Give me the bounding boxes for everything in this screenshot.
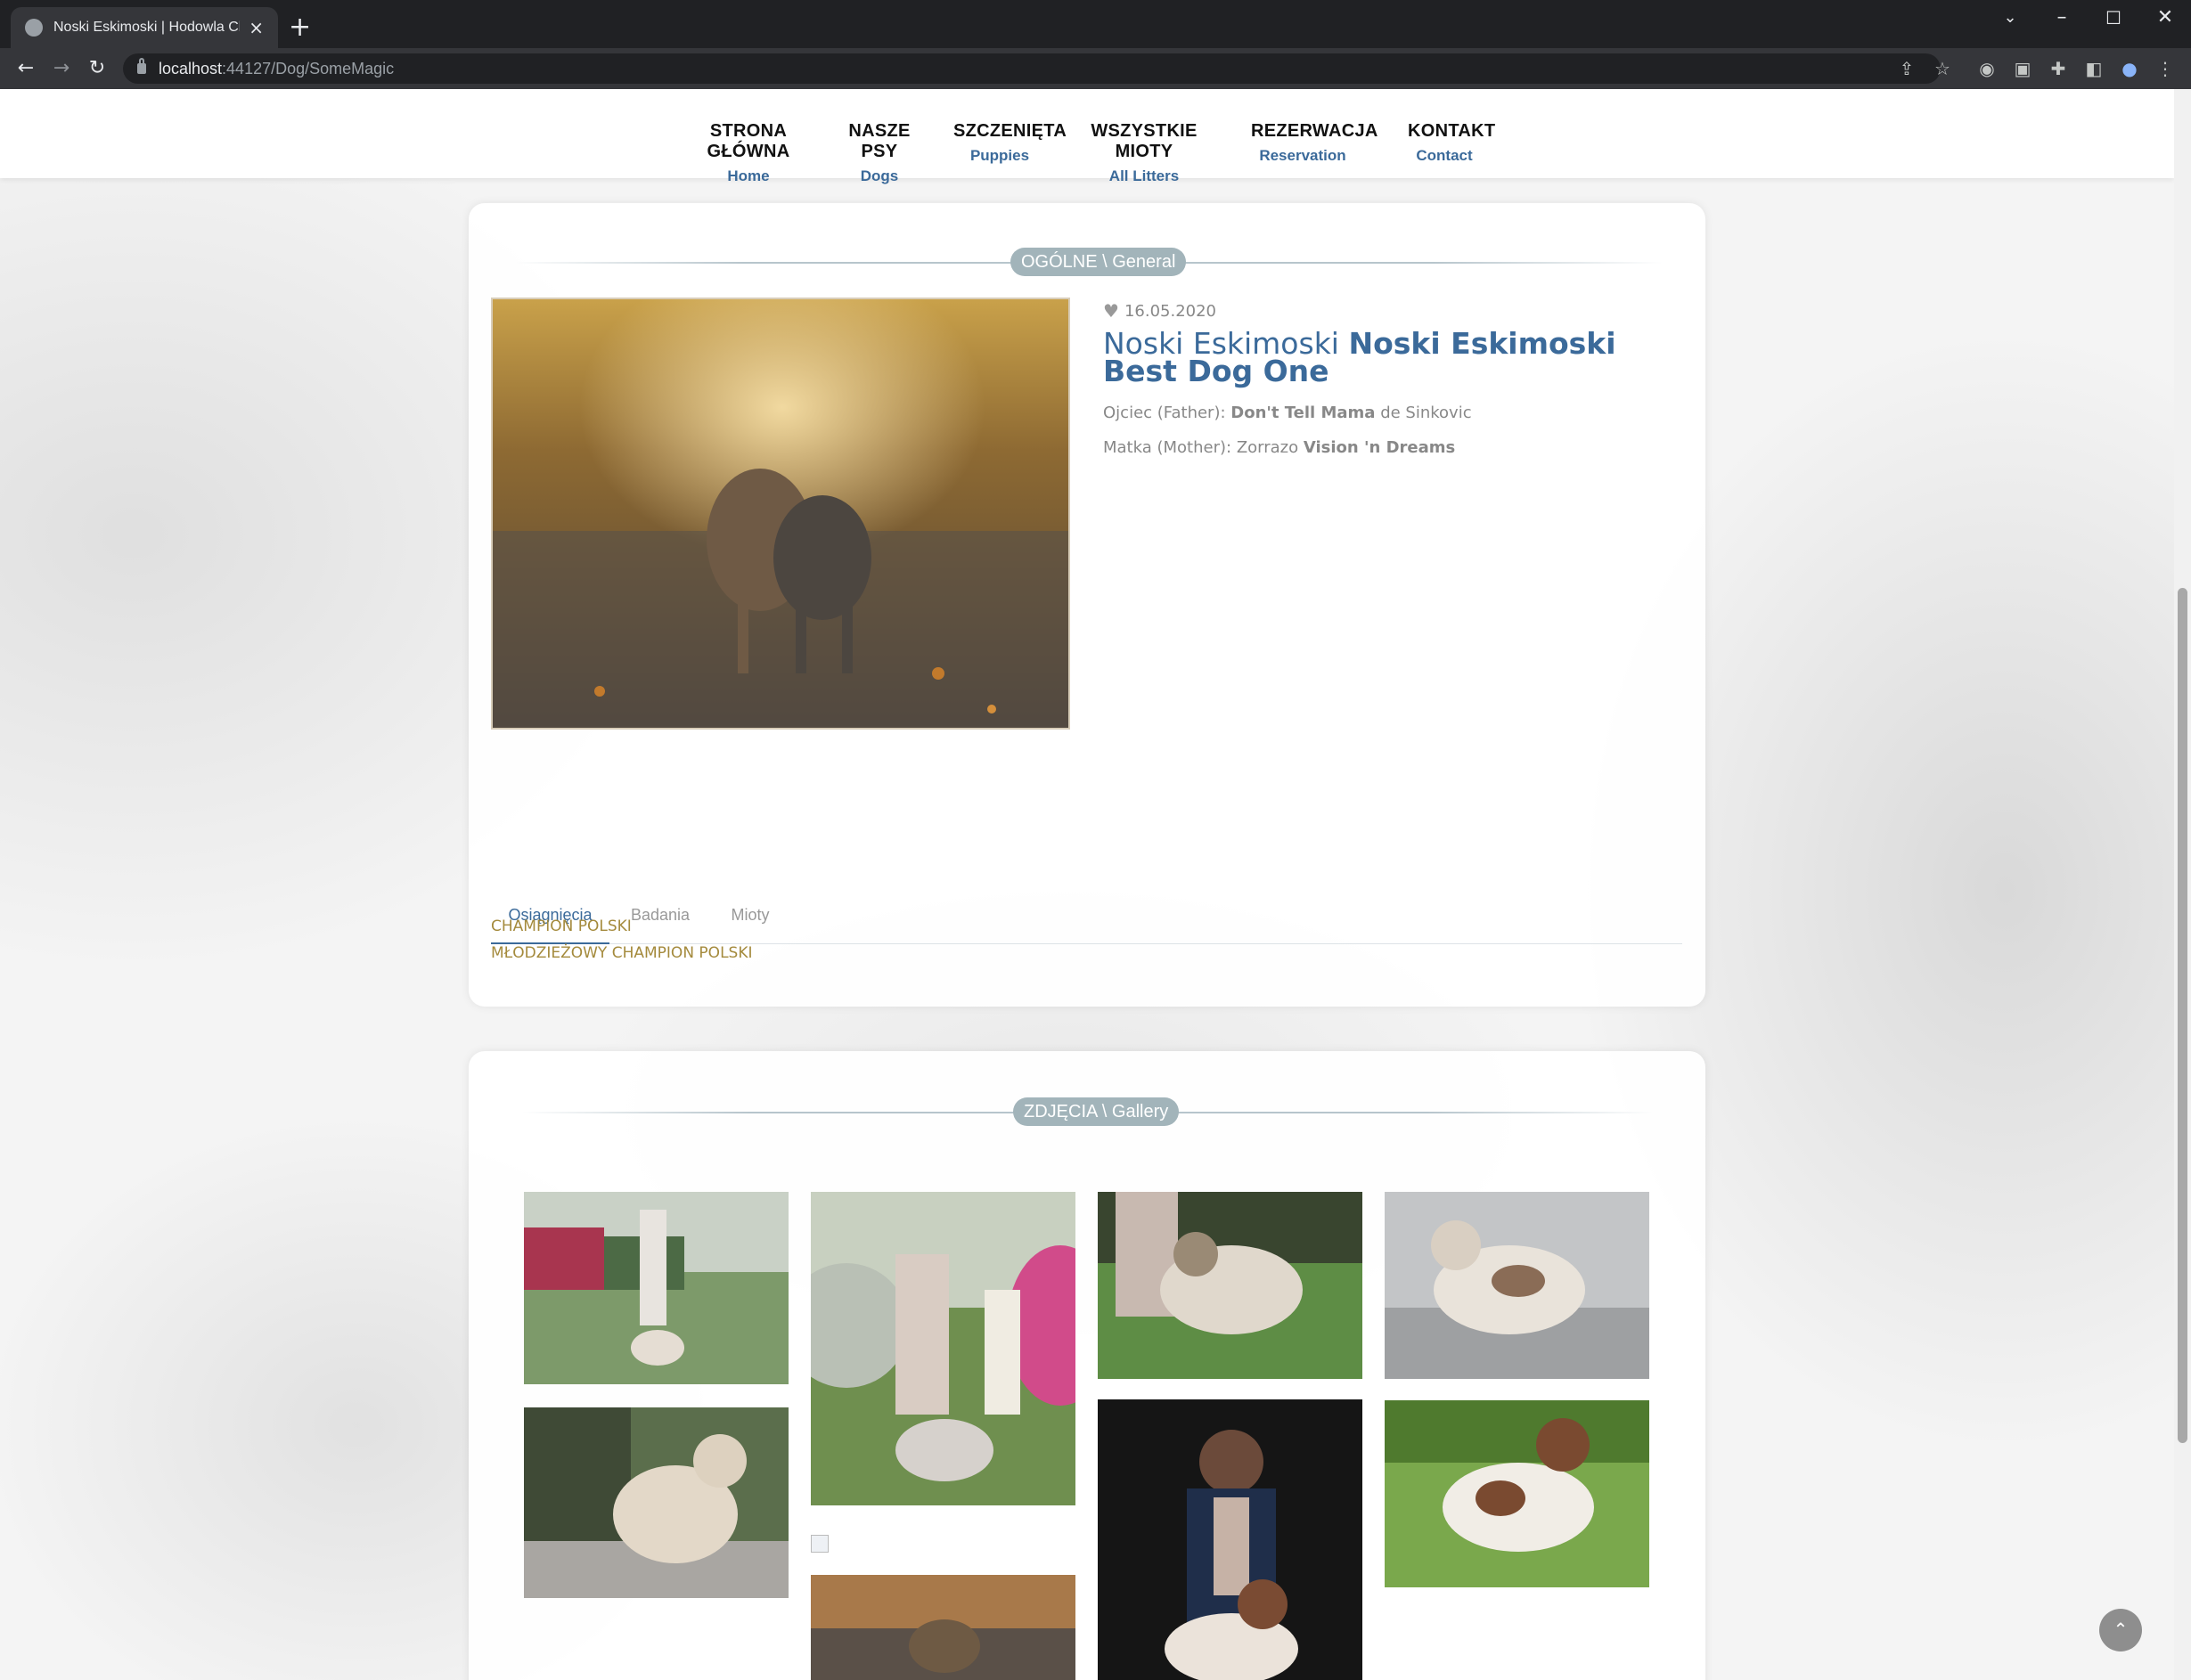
nav-label-pl: SZCZENIĘTA <box>953 121 1067 141</box>
father-name-bold[interactable]: Don't Tell Mama <box>1230 404 1375 422</box>
main-dog-photo-image <box>493 299 1068 728</box>
achievement-item: MŁODZIEŻOWY CHAMPION POLSKI <box>491 944 753 962</box>
browser-tab[interactable]: Noski Eskimoski | Hodowla Charc × <box>11 7 278 48</box>
globe-icon <box>25 19 43 37</box>
gallery-photo[interactable] <box>811 1575 1075 1680</box>
tab-health-tests[interactable]: Badania <box>625 882 696 944</box>
gallery-photo-image <box>524 1407 789 1598</box>
address-bar[interactable]: localhost:44127/Dog/SomeMagic <box>123 53 1941 84</box>
dog-date: ♥ 16.05.2020 <box>1103 300 1216 322</box>
back-button[interactable]: ← <box>11 54 41 83</box>
extension-icon[interactable]: ▣ <box>2010 56 2035 81</box>
gallery-photo[interactable] <box>1098 1399 1362 1680</box>
dog-details-tabs: Osiągnięcia Badania Mioty <box>491 882 1682 944</box>
close-tab-icon[interactable]: × <box>249 19 264 37</box>
nav-label-en: Contact <box>1416 147 1473 164</box>
father-label: Ojciec (Father): <box>1103 404 1226 422</box>
close-window-button[interactable]: ✕ <box>2140 4 2190 32</box>
nav-label-en: All Litters <box>1108 167 1180 184</box>
chevron-up-icon: ⌃ <box>2113 1619 2129 1640</box>
gallery-photo[interactable] <box>524 1192 789 1384</box>
gallery-section-label: ZDJĘCIA \ Gallery <box>1013 1097 1180 1126</box>
reload-button[interactable]: ↻ <box>82 54 112 83</box>
general-section-label: OGÓLNE \ General <box>1010 248 1187 276</box>
nav-label-pl: KONTAKT <box>1408 121 1496 141</box>
browser-toolbar: ← → ↻ localhost:44127/Dog/SomeMagic ⇪ ☆ … <box>0 48 2191 89</box>
bookmark-star-icon[interactable]: ☆ <box>1930 56 1955 81</box>
mother-name-bold[interactable]: Vision 'n Dreams <box>1304 438 1455 457</box>
share-icon[interactable]: ⇪ <box>1894 56 1919 81</box>
gallery-photo-image <box>1098 1399 1362 1680</box>
scroll-to-top-button[interactable]: ⌃ <box>2099 1609 2142 1651</box>
page-viewport: STRONA GŁÓWNA Home NASZE PSY Dogs SZCZEN… <box>0 89 2174 1680</box>
gallery-photo-image <box>524 1192 789 1384</box>
profile-avatar-icon[interactable]: ● <box>2117 56 2142 81</box>
gallery-photo[interactable] <box>524 1407 789 1598</box>
side-panel-icon[interactable]: ◧ <box>2081 56 2106 81</box>
heart-icon: ♥ <box>1103 300 1119 322</box>
nav-label-pl: WSZYSTKIE MIOTY <box>1091 121 1198 161</box>
maximize-button[interactable]: ☐ <box>2089 4 2138 32</box>
nav-item-dogs[interactable]: NASZE PSY Dogs <box>836 121 923 185</box>
nav-label-en: Dogs <box>860 167 899 184</box>
broken-image-icon[interactable] <box>811 1535 829 1553</box>
nav-label-en: Reservation <box>1259 147 1346 164</box>
mother-name-rest[interactable]: Zorrazo <box>1237 438 1298 457</box>
nav-item-all-litters[interactable]: WSZYSTKIE MIOTY All Litters <box>1076 121 1212 185</box>
forward-button[interactable]: → <box>46 54 77 83</box>
gallery-photo[interactable] <box>811 1192 1075 1505</box>
gallery-photo-image <box>1385 1192 1649 1379</box>
gallery-photo[interactable] <box>1385 1192 1649 1379</box>
nav-item-reservation[interactable]: REZERWACJA Reservation <box>1251 121 1378 165</box>
site-navigation: STRONA GŁÓWNA Home NASZE PSY Dogs SZCZEN… <box>0 89 2174 184</box>
page-scrollbar[interactable] <box>2174 89 2191 1680</box>
mother-line: Matka (Mother): Zorrazo Vision 'n Dreams <box>1103 438 1455 457</box>
browser-tabstrip: Noski Eskimoski | Hodowla Charc × + ⌄ – … <box>0 0 2191 48</box>
url-path: :44127/Dog/SomeMagic <box>222 59 395 77</box>
tab-title: Noski Eskimoski | Hodowla Charc <box>53 20 240 35</box>
nav-label-pl: STRONA GŁÓWNA <box>707 121 790 161</box>
camera-extension-icon[interactable]: ◉ <box>1974 56 1999 81</box>
lock-icon <box>137 58 146 74</box>
browser-menu-icon[interactable]: ⋮ <box>2153 56 2178 81</box>
puzzle-extensions-icon[interactable]: ✚ <box>2046 56 2071 81</box>
achievement-item: CHAMPION POLSKI <box>491 917 632 935</box>
nav-label-en: Puppies <box>969 147 1030 164</box>
minimize-button[interactable]: – <box>2037 4 2087 32</box>
main-dog-photo[interactable] <box>491 298 1070 730</box>
father-line: Ojciec (Father): Don't Tell Mama de Sink… <box>1103 404 1472 422</box>
nav-item-home[interactable]: STRONA GŁÓWNA Home <box>686 121 811 185</box>
scrollbar-thumb[interactable] <box>2178 588 2187 1443</box>
nav-item-contact[interactable]: KONTAKT Contact <box>1408 121 1496 165</box>
dog-name: Noski Eskimoski Noski Eskimoski Best Dog… <box>1103 329 1656 386</box>
nav-item-puppies[interactable]: SZCZENIĘTA Puppies <box>953 121 1067 165</box>
gallery-photo-image <box>811 1575 1075 1680</box>
father-name-rest[interactable]: de Sinkovic <box>1380 404 1471 422</box>
mother-label: Matka (Mother): <box>1103 438 1232 457</box>
tab-search-icon[interactable]: ⌄ <box>1985 4 2035 32</box>
gallery-photo-image <box>811 1192 1075 1505</box>
gallery-photo-image <box>1098 1192 1362 1379</box>
nav-label-pl: REZERWACJA <box>1251 121 1378 141</box>
gallery-photo-image <box>1385 1400 1649 1587</box>
new-tab-button[interactable]: + <box>289 12 311 43</box>
nav-label-pl: NASZE PSY <box>848 121 911 161</box>
tab-litters[interactable]: Mioty <box>723 882 778 944</box>
nav-label-en: Home <box>727 167 770 184</box>
gallery-photo[interactable] <box>1098 1192 1362 1379</box>
url-host: localhost <box>159 59 223 77</box>
date-text: 16.05.2020 <box>1124 301 1216 321</box>
gallery-photo[interactable] <box>1385 1400 1649 1587</box>
